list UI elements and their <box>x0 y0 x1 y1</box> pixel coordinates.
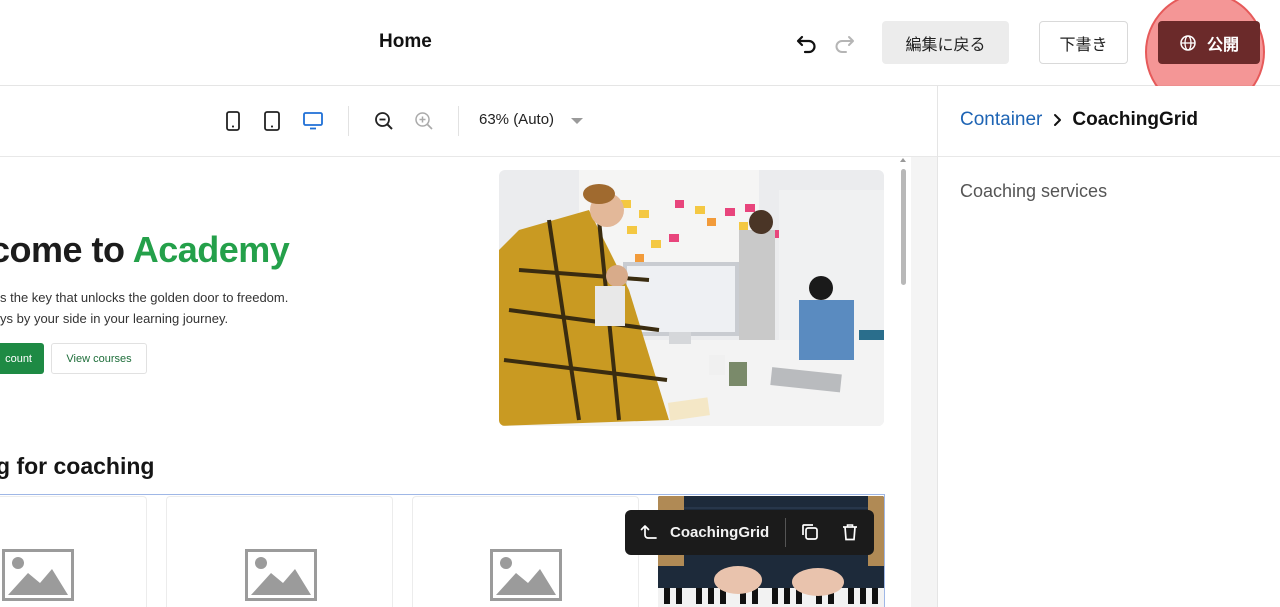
coaching-card[interactable] <box>166 496 393 607</box>
create-account-button[interactable]: count <box>0 343 44 374</box>
publish-button[interactable]: 公開 <box>1158 21 1260 64</box>
breadcrumb: Container CoachingGrid <box>960 109 1198 131</box>
hero-description: s the key that unlocks the golden door t… <box>0 287 288 329</box>
image-placeholder-icon <box>490 549 562 601</box>
editor-canvas: 63% (Auto) come to Academy s the key tha… <box>0 86 937 607</box>
breadcrumb-parent-link[interactable]: Container <box>960 109 1042 131</box>
image-placeholder-icon <box>245 549 317 601</box>
hero-photo <box>499 170 884 426</box>
view-courses-button[interactable]: View courses <box>51 343 147 374</box>
chevron-right-icon <box>1052 113 1062 127</box>
image-placeholder-icon <box>2 549 74 601</box>
mobile-view-icon[interactable] <box>221 109 245 133</box>
hero-line: s the key that unlocks the golden door t… <box>0 290 289 305</box>
coaching-card[interactable] <box>412 496 639 607</box>
component-name: CoachingGrid <box>670 524 770 541</box>
zoom-out-icon[interactable] <box>372 109 396 133</box>
undo-icon[interactable] <box>794 30 820 56</box>
zoom-in-icon[interactable] <box>412 109 436 133</box>
hero-title: come to Academy <box>0 229 290 271</box>
panel-divider <box>938 156 1280 157</box>
hero-title-accent: Academy <box>132 229 290 270</box>
hero-title-text: come to <box>0 229 133 270</box>
canvas-toolbar: 63% (Auto) <box>0 86 937 157</box>
properties-panel: Container CoachingGrid Coaching services <box>937 86 1280 607</box>
panel-section-label: Coaching services <box>960 181 1108 201</box>
globe-icon <box>1179 34 1197 52</box>
preview-scrollbar[interactable] <box>897 157 911 607</box>
scroll-up-arrow-icon[interactable] <box>900 158 906 162</box>
component-toolbar: CoachingGrid <box>625 510 874 555</box>
coaching-card[interactable] <box>0 496 147 607</box>
chevron-down-icon[interactable] <box>571 118 583 124</box>
desktop-view-icon[interactable] <box>301 109 325 133</box>
hero-line: ys by your side in your learning journey… <box>0 311 229 326</box>
page-title: Home <box>379 31 432 52</box>
scrollbar-thumb[interactable] <box>901 169 906 285</box>
draft-button[interactable]: 下書き <box>1039 21 1128 64</box>
breadcrumb-current: CoachingGrid <box>1072 109 1199 130</box>
top-bar: Home 編集に戻る 下書き 公開 <box>0 0 1280 112</box>
back-to-edit-button[interactable]: 編集に戻る <box>882 21 1009 64</box>
select-parent-icon[interactable] <box>639 522 659 542</box>
duplicate-icon[interactable] <box>800 522 820 542</box>
toolbar-divider <box>348 106 349 136</box>
toolbar-divider <box>458 106 459 136</box>
trash-icon[interactable] <box>840 522 860 542</box>
section-title: g for coaching <box>0 453 155 479</box>
publish-label: 公開 <box>1206 36 1239 54</box>
tablet-view-icon[interactable] <box>260 109 284 133</box>
toolbar-divider <box>785 518 786 547</box>
page-preview: come to Academy s the key that unlocks t… <box>0 157 897 607</box>
redo-icon[interactable] <box>831 30 857 56</box>
zoom-level-select[interactable]: 63% (Auto) <box>479 111 554 128</box>
